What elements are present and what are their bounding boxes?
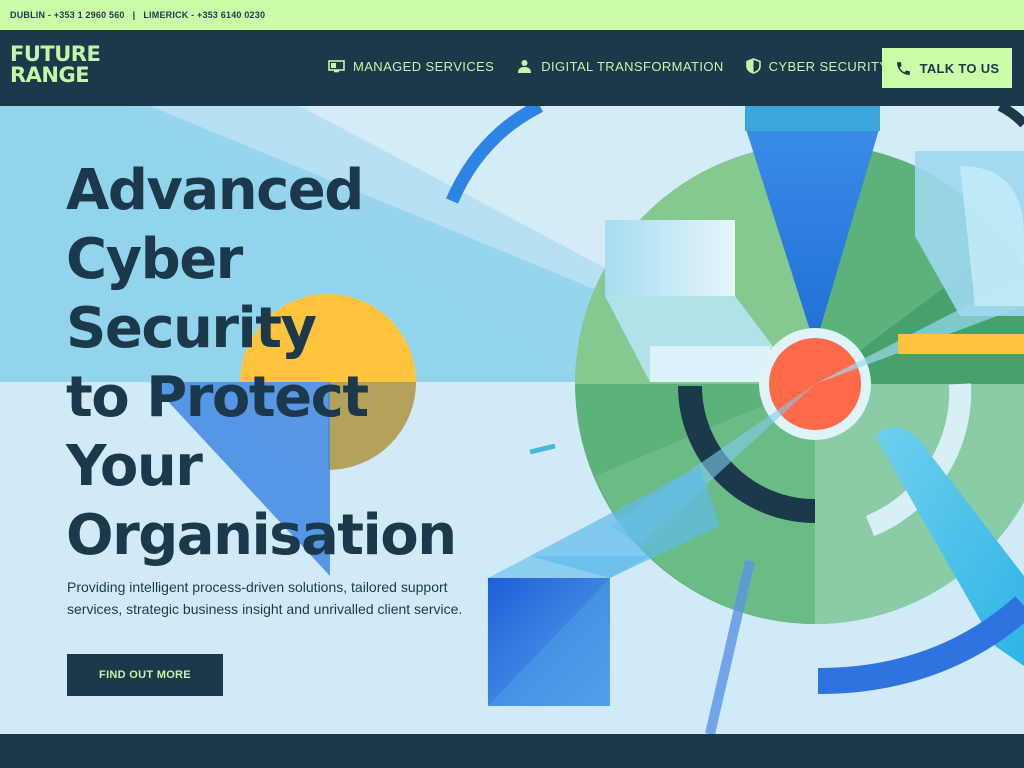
- nav-managed-services[interactable]: MANAGED SERVICES: [328, 59, 494, 74]
- hero-section: Advanced Cyber Security to Protect Your …: [0, 106, 1024, 734]
- nav-label: DIGITAL TRANSFORMATION: [541, 58, 724, 74]
- limerick-phone[interactable]: LIMERICK - +353 6140 0230: [143, 10, 265, 20]
- contact-bar: DUBLIN - +353 1 2960 560 | LIMERICK - +3…: [0, 0, 1024, 30]
- contact-separator: |: [132, 10, 136, 20]
- hero-subtitle: Providing intelligent process-driven sol…: [67, 579, 463, 617]
- talk-to-us-label: TALK TO US: [919, 60, 1000, 76]
- dublin-phone[interactable]: DUBLIN - +353 1 2960 560: [10, 10, 125, 20]
- logo-line-1: FUTURE: [10, 42, 101, 66]
- nav-digital-transformation[interactable]: DIGITAL TRANSFORMATION: [516, 59, 723, 74]
- shield-icon: [745, 58, 761, 74]
- person-icon: [518, 59, 532, 73]
- find-out-more-button[interactable]: FIND OUT MORE: [67, 654, 223, 696]
- next-section-strip: [0, 734, 1024, 768]
- hero-title-line: Advanced: [66, 158, 364, 223]
- hero-title-line: Your: [66, 434, 203, 499]
- logo-line-2: RANGE: [10, 63, 90, 87]
- main-navbar: FUTURE RANGE MANAGED SERVICES DIGITAL TR…: [0, 30, 1024, 106]
- phone-icon: [896, 61, 910, 75]
- nav-cyber-security[interactable]: CYBER SECURITY: [745, 58, 889, 74]
- hero-title-line: to Protect: [66, 365, 369, 430]
- hero-title-line: Cyber: [66, 227, 243, 292]
- nav-label: MANAGED SERVICES: [353, 58, 495, 74]
- hero-title-line: Organisation: [66, 503, 457, 568]
- primary-nav: MANAGED SERVICES DIGITAL TRANSFORMATION …: [328, 58, 910, 74]
- talk-to-us-button[interactable]: TALK TO US: [882, 48, 1012, 88]
- monitor-icon: [328, 60, 345, 73]
- nav-label: CYBER SECURITY: [768, 58, 889, 74]
- hero-title-line: Security: [66, 296, 317, 361]
- hero-title: Advanced Cyber Security to Protect Your …: [66, 156, 486, 570]
- future-range-logo[interactable]: FUTURE RANGE: [10, 44, 105, 86]
